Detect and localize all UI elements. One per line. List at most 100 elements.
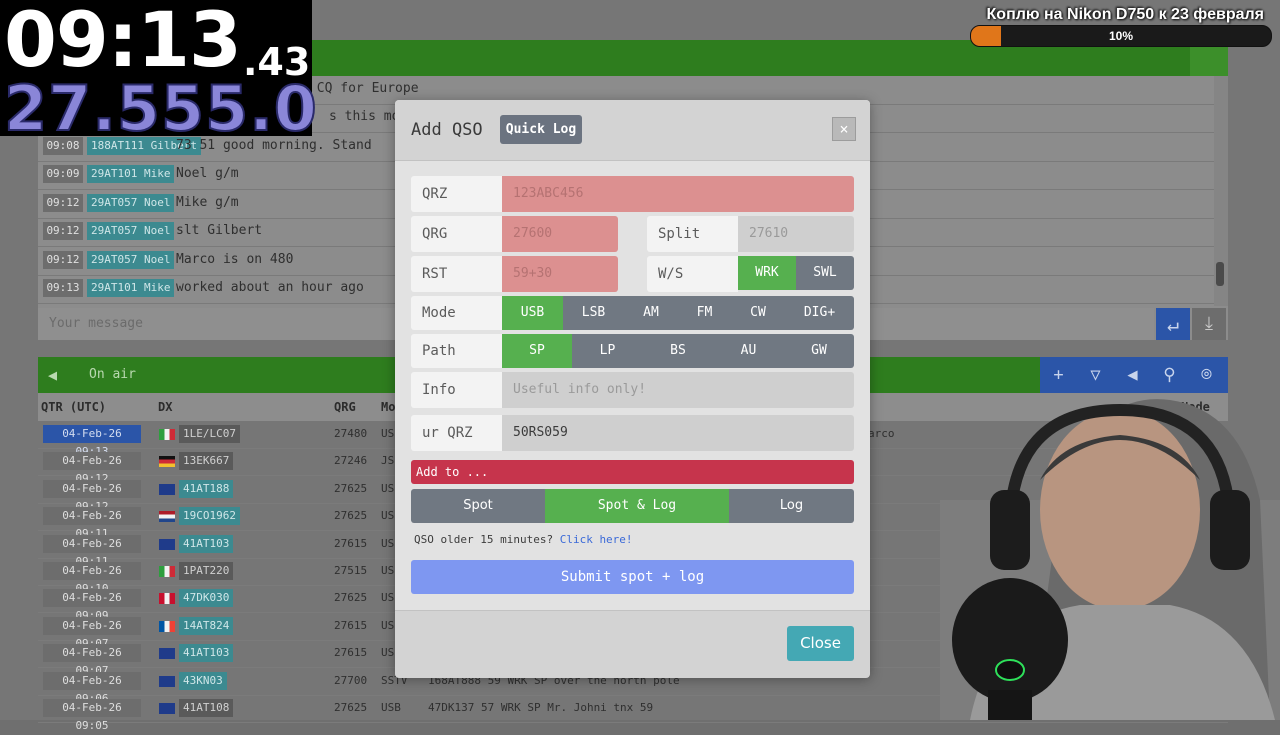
path-sp-button[interactable]: SP xyxy=(502,334,572,368)
ws-swl-button[interactable]: SWL xyxy=(796,256,854,290)
dx-callsign[interactable]: 47DK030 xyxy=(179,589,234,608)
path-label: Path xyxy=(411,334,502,368)
split-input[interactable]: 27610 xyxy=(738,216,854,252)
rst-input[interactable]: 59+30 xyxy=(502,256,618,292)
send-button[interactable]: ↵ xyxy=(1156,308,1190,340)
spot-time: 04-Feb-26 09:11 xyxy=(43,534,141,568)
info-input[interactable]: Useful info only! xyxy=(502,372,854,408)
target-spot-button[interactable]: Spot xyxy=(411,489,545,523)
col-mode[interactable]: Mo xyxy=(381,393,395,421)
chat-author[interactable]: 29AT057 Noel xyxy=(87,194,175,212)
spot-time: 04-Feb-26 09:05 xyxy=(43,699,141,732)
dx-callsign[interactable]: 41AT188 xyxy=(179,479,234,498)
chat-message-text: Marco is on 480 xyxy=(176,252,294,267)
spot-mode: US xyxy=(381,427,395,440)
goal-text: Коплю на Nikon D750 к 23 февраля xyxy=(986,6,1264,23)
spot-mode: US xyxy=(381,536,395,550)
spot-time: 04-Feb-26 09:09 xyxy=(43,589,141,622)
chat-message-text: worked about an hour ago xyxy=(176,280,364,295)
spot-time: 04-Feb-26 09:07 xyxy=(43,616,141,650)
path-bs-button[interactable]: BS xyxy=(643,334,713,368)
dx-callsign[interactable]: 1LE/LC07 xyxy=(179,425,240,443)
chat-message-text: Noel g/m xyxy=(176,166,239,181)
flag-icon xyxy=(159,456,175,468)
mode-lsb-button[interactable]: LSB xyxy=(563,296,624,330)
ws-wrk-button[interactable]: WRK xyxy=(738,256,796,290)
speaker-icon[interactable]: ◀ xyxy=(48,357,57,393)
chat-author[interactable]: 29AT057 Noel xyxy=(87,251,175,269)
dx-callsign[interactable]: 14AT824 xyxy=(179,616,234,635)
dx-callsign[interactable]: 43KN03 xyxy=(179,671,227,690)
submit-button[interactable]: Submit spot + log xyxy=(411,560,854,594)
qrz-input[interactable]: 123ABC456 xyxy=(502,176,854,212)
chat-author[interactable]: 29AT101 Mike xyxy=(87,279,175,297)
flag-icon xyxy=(159,593,175,605)
chat-time: 09:12 xyxy=(43,222,83,240)
quick-log-badge[interactable]: Quick Log xyxy=(500,115,582,144)
chat-time: 09:09 xyxy=(43,165,83,183)
spot-qrg: 27615 xyxy=(334,618,368,632)
send-icon: ↵ xyxy=(1166,312,1180,336)
spot-mode: US xyxy=(381,509,395,523)
qrg-input[interactable]: 27600 xyxy=(502,216,618,252)
spot-qrg: 27480 xyxy=(334,427,368,440)
spot-qrg: 27615 xyxy=(334,646,368,660)
dx-callsign[interactable]: 41AT108 xyxy=(179,699,234,717)
mode-usb-button[interactable]: USB xyxy=(502,296,563,330)
flag-icon xyxy=(159,483,175,495)
dx-callsign[interactable]: 41AT103 xyxy=(179,534,234,553)
chat-author[interactable]: 29AT057 Noel xyxy=(87,222,175,240)
spot-time: 04-Feb-26 09:12 xyxy=(43,479,141,513)
older-qso-note: QSO older 15 minutes? Click here! xyxy=(414,532,633,548)
qrz-label: QRZ xyxy=(411,176,502,212)
qrg-label: QRG xyxy=(411,216,502,252)
mode-cw-button[interactable]: CW xyxy=(731,296,785,330)
scroll-down-button[interactable]: ⤓ xyxy=(1192,308,1226,340)
spot-mode: US xyxy=(381,481,395,495)
path-au-button[interactable]: AU xyxy=(713,334,784,368)
older-qso-link[interactable]: Click here! xyxy=(560,533,633,546)
flag-icon xyxy=(159,648,175,660)
flag-icon xyxy=(159,620,175,632)
goal-percent: 10% xyxy=(1108,29,1134,43)
spot-mode: US xyxy=(381,564,395,577)
spot-mode: US xyxy=(381,646,395,660)
mode-fm-button[interactable]: FM xyxy=(678,296,731,330)
ur-qrz-input[interactable]: 50RS059 xyxy=(502,415,854,451)
col-qtr[interactable]: QTR (UTC) xyxy=(41,393,106,421)
spot-mode: US xyxy=(381,591,395,605)
spot-mode: JS xyxy=(381,454,395,468)
path-gw-button[interactable]: GW xyxy=(784,334,854,368)
chat-time: 09:12 xyxy=(43,194,83,212)
chat-author[interactable]: 29AT101 Mike xyxy=(87,165,175,183)
ur-qrz-label: ur QRZ xyxy=(411,415,502,451)
spot-qrg: 27700 xyxy=(334,673,368,687)
flag-icon xyxy=(159,703,175,714)
spot-time: 04-Feb-26 09:10 xyxy=(43,562,141,595)
chat-scrollbar-thumb[interactable] xyxy=(1216,262,1224,286)
path-lp-button[interactable]: LP xyxy=(572,334,643,368)
dx-callsign[interactable]: 13EK667 xyxy=(179,452,234,471)
spot-time: 04-Feb-26 09:07 xyxy=(43,644,141,677)
close-icon[interactable]: × xyxy=(832,117,856,141)
spot-qrg: 27246 xyxy=(334,454,368,468)
flag-icon xyxy=(159,538,175,550)
arrow-down-icon: ⤓ xyxy=(1205,313,1213,334)
flag-icon xyxy=(159,511,175,523)
target-log-button[interactable]: Log xyxy=(729,489,854,523)
goal-progress-bar: 10% xyxy=(970,25,1272,47)
mode-dig-button[interactable]: DIG+ xyxy=(785,296,854,330)
info-label: Info xyxy=(411,372,502,408)
close-button[interactable]: Close xyxy=(787,626,854,661)
modal-title: Add QSO xyxy=(411,120,483,140)
dx-callsign[interactable]: 19CO1962 xyxy=(179,507,240,526)
mode-am-button[interactable]: AM xyxy=(624,296,678,330)
spot-mode: USB xyxy=(381,701,401,714)
target-spot-log-button[interactable]: Spot & Log xyxy=(545,489,729,523)
col-qrg[interactable]: QRG xyxy=(334,393,356,421)
spot-qrg: 27625 xyxy=(334,481,368,495)
spot-qrg: 27615 xyxy=(334,536,368,550)
col-dx[interactable]: DX xyxy=(158,393,172,421)
dx-callsign[interactable]: 1PAT220 xyxy=(179,562,234,580)
dx-callsign[interactable]: 41AT103 xyxy=(179,644,234,663)
